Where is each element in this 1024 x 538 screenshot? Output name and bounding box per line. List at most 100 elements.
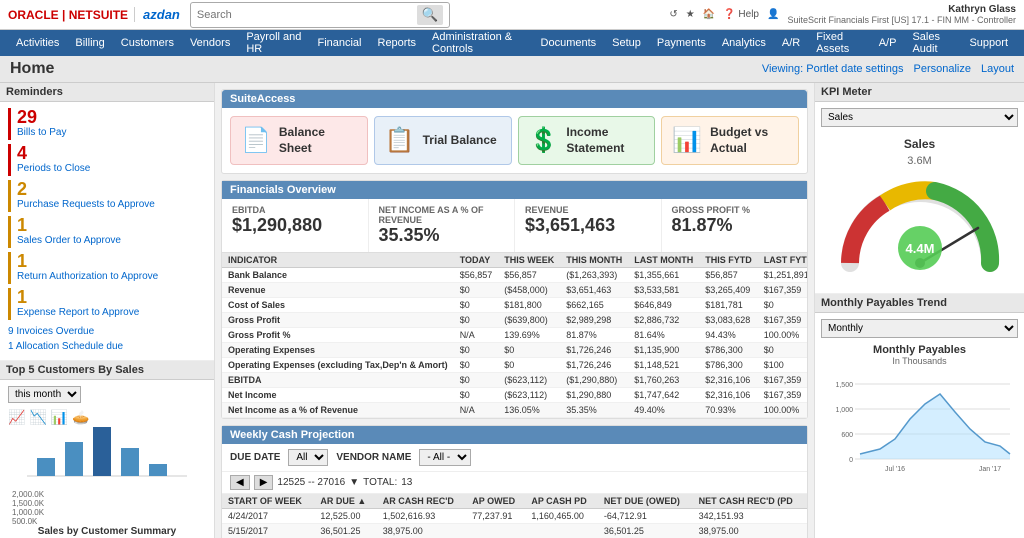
fin-cell: Net Income <box>222 388 454 403</box>
vendor-name-select[interactable]: - All - <box>419 449 471 466</box>
nav-item-payments[interactable]: Payments <box>649 30 714 56</box>
suite-access-title: SuiteAccess <box>222 90 807 108</box>
fin-table-row: Gross Profit$0($639,800)$2,989,298$2,886… <box>222 313 807 328</box>
fin-cell: $0 <box>498 343 560 358</box>
reminder-item: 1 Return Authorization to Approve <box>8 252 206 284</box>
azdan-logo: azdan <box>134 7 180 22</box>
payables-section: Monthly Payables Trend Monthly Monthly P… <box>815 294 1024 487</box>
fin-table-row: Revenue$0($458,000)$3,651,463$3,533,581$… <box>222 283 807 298</box>
nav-item-a/r[interactable]: A/R <box>774 30 808 56</box>
fin-cell: $3,651,463 <box>560 283 628 298</box>
trial-balance-card[interactable]: 📋 Trial Balance <box>374 116 512 165</box>
nav-item-setup[interactable]: Setup <box>604 30 649 56</box>
reminder-text[interactable]: Periods to Close <box>17 162 90 175</box>
weekly-cell: 12,525.00 <box>314 509 376 524</box>
nav-item-administration-&-controls[interactable]: Administration & Controls <box>424 30 533 56</box>
reminder-text[interactable]: Sales Order to Approve <box>17 234 121 247</box>
budget-vs-actual-card[interactable]: 📊 Budget vs Actual <box>661 116 799 165</box>
nav-item-reports[interactable]: Reports <box>370 30 425 56</box>
search-bar[interactable]: 🔍 <box>190 2 451 28</box>
nav-item-payroll-and-hr[interactable]: Payroll and HR <box>238 30 309 56</box>
nav-item-customers[interactable]: Customers <box>113 30 182 56</box>
revenue-label: Revenue <box>525 205 651 215</box>
nav-item-sales-audit[interactable]: Sales Audit <box>904 30 961 56</box>
fin-cell: Operating Expenses (excluding Tax,Dep'n … <box>222 358 454 373</box>
search-button[interactable]: 🔍 <box>417 5 444 25</box>
nav-item-fixed-assets[interactable]: Fixed Assets <box>808 30 870 56</box>
fin-cell: Gross Profit <box>222 313 454 328</box>
svg-text:Jul '16: Jul '16 <box>885 466 905 473</box>
nav-item-documents[interactable]: Documents <box>533 30 605 56</box>
fin-cell: ($1,290,880) <box>560 373 628 388</box>
nav-item-a/p[interactable]: A/P <box>871 30 905 56</box>
history-icon[interactable]: ↺ <box>669 9 677 20</box>
help-icon[interactable]: ❓ Help <box>723 9 759 20</box>
due-date-select[interactable]: All <box>288 449 328 466</box>
trial-balance-label: Trial Balance <box>423 133 497 149</box>
nav-items-container: ActivitiesBillingCustomersVendorsPayroll… <box>8 30 1016 56</box>
home-icon[interactable]: 🏠 <box>703 9 715 20</box>
fin-cell: $56,857 <box>454 268 499 283</box>
fin-cell: $786,300 <box>699 358 758 373</box>
fin-cell: $1,726,246 <box>560 358 628 373</box>
sales-bar-chart <box>8 430 206 490</box>
fin-cell: 136.05% <box>498 403 560 418</box>
fin-cell: $3,083,628 <box>699 313 758 328</box>
revenue-metric: Revenue $3,651,463 <box>515 199 662 252</box>
customers-filter-select[interactable]: this month <box>8 386 81 403</box>
nav-item-vendors[interactable]: Vendors <box>182 30 238 56</box>
balance-sheet-card[interactable]: 📄 Balance Sheet <box>230 116 368 165</box>
reminder-text[interactable]: Bills to Pay <box>17 126 66 139</box>
fin-cell: $2,316,106 <box>699 373 758 388</box>
reminder-text[interactable]: Purchase Requests to Approve <box>17 198 155 211</box>
chart-y-labels: 2,000.0K 1,500.0K 1,000.0K 500.0K <box>8 490 206 526</box>
main-layout: Reminders 29 Bills to Pay 4 Periods to C… <box>0 83 1024 538</box>
payables-line-chart: 1,500 1,000 600 0 Jul '16 Jan '17 <box>821 370 1018 481</box>
suite-access-panel: SuiteAccess 📄 Balance Sheet 📋 Trial Bala… <box>221 89 808 174</box>
kpi-select[interactable]: Sales <box>821 108 1018 127</box>
ebitda-metric: EBITDA $1,290,880 <box>222 199 369 252</box>
other-items-list: 9 Invoices Overdue1 Allocation Schedule … <box>8 324 206 354</box>
favorites-icon[interactable]: ★ <box>686 9 695 20</box>
nav-item-support[interactable]: Support <box>961 30 1016 56</box>
fin-cell: $0 <box>454 298 499 313</box>
fin-col-header: THIS MONTH <box>560 253 628 268</box>
reminder-text[interactable]: Return Authorization to Approve <box>17 270 158 283</box>
fin-cell: ($458,000) <box>498 283 560 298</box>
net-income-pct-metric: Net Income as a % of Revenue 35.35% <box>369 199 516 252</box>
search-input[interactable] <box>197 9 417 21</box>
reminder-item: 2 Purchase Requests to Approve <box>8 180 206 212</box>
next-week-button[interactable]: ▶ <box>254 475 274 490</box>
reminder-number: 29 <box>17 108 66 126</box>
reminder-text[interactable]: Expense Report to Approve <box>17 306 139 319</box>
layout-button[interactable]: Layout <box>981 63 1014 75</box>
fin-cell: $3,265,409 <box>699 283 758 298</box>
income-statement-card[interactable]: 💲 Income Statement <box>518 116 656 165</box>
fin-cell: ($623,112) <box>498 388 560 403</box>
reminder-number: 4 <box>17 144 90 162</box>
fin-cell: $0 <box>454 388 499 403</box>
oracle-netsuite-logo: ORACLE | NETSUITE <box>8 8 128 22</box>
line-chart-icon[interactable]: 📈 <box>8 409 25 426</box>
payables-filter-select[interactable]: Monthly <box>821 319 1018 338</box>
svg-text:600: 600 <box>841 432 853 439</box>
viewing-label[interactable]: Viewing: Portlet date settings <box>762 63 904 75</box>
fin-cell: 100.00% <box>758 403 807 418</box>
other-item[interactable]: 9 Invoices Overdue <box>8 324 206 339</box>
other-item[interactable]: 1 Allocation Schedule due <box>8 339 206 354</box>
nav-bar: ActivitiesBillingCustomersVendorsPayroll… <box>0 30 1024 56</box>
gauge-label: Sales <box>825 137 1014 151</box>
weekly-col-header: START OF WEEK <box>222 494 314 509</box>
personalize-button[interactable]: Personalize <box>913 63 970 75</box>
nav-item-activities[interactable]: Activities <box>8 30 67 56</box>
nav-item-billing[interactable]: Billing <box>67 30 112 56</box>
fin-cell: $1,760,263 <box>628 373 699 388</box>
fin-cell: $181,800 <box>498 298 560 313</box>
gross-profit-value: 81.87% <box>672 215 798 236</box>
financials-table: INDICATORTODAYTHIS WEEKTHIS MONTHLAST MO… <box>222 253 807 418</box>
nav-item-financial[interactable]: Financial <box>309 30 369 56</box>
prev-week-button[interactable]: ◀ <box>230 475 250 490</box>
nav-item-analytics[interactable]: Analytics <box>714 30 774 56</box>
weekly-col-header: AP CASH PD <box>525 494 598 509</box>
weekly-col-header: AR DUE ▲ <box>314 494 376 509</box>
